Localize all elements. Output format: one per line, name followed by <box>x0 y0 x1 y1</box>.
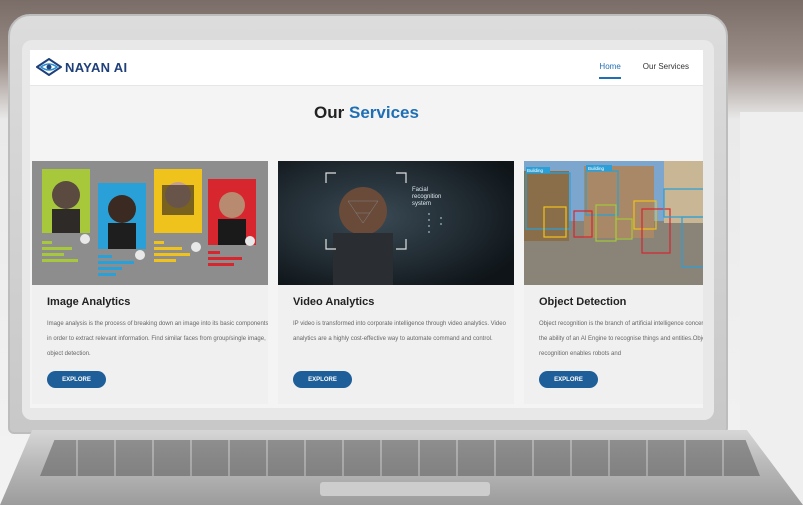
object-detection-illustration: Building Building <box>524 161 703 285</box>
video-analytics-illustration: Facial recognition system <box>278 161 514 285</box>
card-title: Image Analytics <box>47 296 131 308</box>
explore-button[interactable]: EXPLORE <box>47 371 106 388</box>
card-description: Image analysis is the process of breakin… <box>47 321 268 357</box>
navbar: NAYAN AI Home Our Services <box>30 50 703 86</box>
card-title: Video Analytics <box>293 296 375 308</box>
section-title-accent: Services <box>349 103 419 122</box>
image-text-line-1: Facial <box>412 187 428 193</box>
service-card-video-analytics: Facial recognition system Video Analytic… <box>278 161 514 404</box>
section-title-prefix: Our <box>314 103 345 122</box>
street-detection-image: Building Building <box>524 161 703 285</box>
card-title: Object Detection <box>539 296 627 308</box>
service-card-image-analytics: Image Analytics Image analysis is the pr… <box>32 161 268 404</box>
eye-logo-icon <box>36 58 62 76</box>
nav-links: Home Our Services <box>599 62 689 79</box>
laptop-keyboard <box>40 440 760 476</box>
image-analytics-illustration <box>32 161 268 285</box>
image-text-line-2: recognition <box>412 194 441 200</box>
brand-logo[interactable]: NAYAN AI <box>36 58 127 76</box>
card-description: IP video is transformed into corporate i… <box>293 321 506 342</box>
nav-our-services[interactable]: Our Services <box>643 62 689 79</box>
brand-name: NAYAN AI <box>65 59 128 75</box>
card-description: Object recognition is the branch of arti… <box>539 321 703 357</box>
facial-recognition-image: Facial recognition system <box>278 161 514 285</box>
explore-button[interactable]: EXPLORE <box>293 371 352 388</box>
website-screen: NAYAN AI Home Our Services Our Services <box>30 50 703 408</box>
image-label-building-2: Building <box>588 166 605 171</box>
image-label-building-1: Building <box>527 168 544 173</box>
section-title: Our Services <box>30 103 703 123</box>
image-text-line-3: system <box>412 201 431 207</box>
laptop-trackpad <box>320 482 490 496</box>
nav-home[interactable]: Home <box>599 62 621 79</box>
explore-button[interactable]: EXPLORE <box>539 371 598 388</box>
service-card-object-detection: Building Building Object Detection Objec… <box>524 161 703 404</box>
faces-collage-image <box>32 161 268 285</box>
